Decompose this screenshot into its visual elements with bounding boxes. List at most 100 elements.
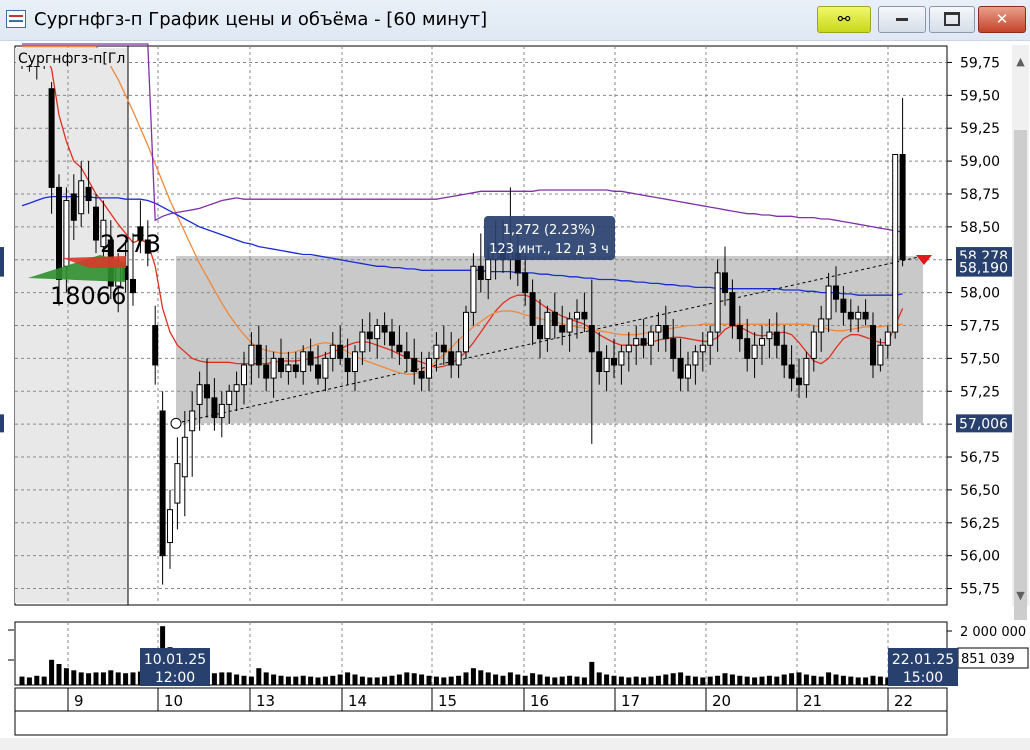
volume-bar xyxy=(655,675,661,685)
volume-bar xyxy=(855,677,861,685)
volume-bar xyxy=(219,672,225,685)
candle-body xyxy=(241,364,247,386)
volume-bar xyxy=(71,670,77,685)
volume-bar xyxy=(93,672,99,685)
volume-bar xyxy=(811,675,817,685)
candle-body xyxy=(307,351,314,366)
candle-body xyxy=(78,180,85,215)
scrollbar-thumb[interactable] xyxy=(1014,130,1027,620)
candle-body xyxy=(870,325,876,366)
candle-body xyxy=(796,377,802,386)
time-axis-day-label: 14 xyxy=(348,692,367,710)
volume-bar xyxy=(759,676,765,685)
candle-body xyxy=(603,357,610,373)
candle-body xyxy=(389,331,395,346)
candle-body xyxy=(396,344,403,353)
candle-body xyxy=(588,325,595,353)
time-axis-day-label: 13 xyxy=(256,692,275,710)
volume-bar xyxy=(123,673,129,685)
candle-body xyxy=(167,509,173,544)
volume-bar xyxy=(441,677,447,685)
volume-bar xyxy=(419,674,425,685)
volume-bar xyxy=(426,675,432,685)
candle-body xyxy=(847,311,854,320)
volume-bar xyxy=(41,676,47,685)
candle-body xyxy=(551,311,558,326)
candle-body xyxy=(714,272,721,333)
candle-body xyxy=(329,344,336,359)
candle-body xyxy=(574,311,580,320)
volume-bar xyxy=(278,675,284,685)
volume-bar xyxy=(604,674,610,685)
price-tick-label: 56,75 xyxy=(960,450,1000,466)
candle-body xyxy=(218,403,225,419)
volume-bar xyxy=(49,659,55,685)
volume-bar xyxy=(500,675,506,685)
price-volume-chart[interactable]: 59,7559,5059,2559,0058,7558,5058,2558,00… xyxy=(0,0,1030,750)
candle-body xyxy=(670,338,677,359)
candle-body xyxy=(196,384,203,405)
candle-body xyxy=(448,351,455,366)
volume-bar xyxy=(271,674,277,685)
candle-body xyxy=(766,331,773,340)
scroll-down-icon[interactable]: ▼ xyxy=(1012,589,1029,602)
candle-body xyxy=(892,154,899,333)
price-marker-label: 58,190 xyxy=(959,261,1008,277)
volume-bar xyxy=(507,672,513,685)
candle-body xyxy=(596,351,603,373)
overlay-value-b: 18066 xyxy=(50,282,126,310)
candle-body xyxy=(751,344,758,359)
candle-body xyxy=(810,331,817,359)
candle-body xyxy=(159,410,166,557)
volume-bar xyxy=(781,674,787,685)
volume-bar xyxy=(293,676,299,685)
candle-body xyxy=(366,331,373,340)
volume-bar xyxy=(611,675,617,685)
volume-bar xyxy=(737,675,743,685)
candle-body xyxy=(292,364,299,373)
volume-bar xyxy=(552,677,558,685)
volume-bar xyxy=(396,674,402,685)
candle-body xyxy=(255,344,262,366)
volume-bar xyxy=(863,677,869,685)
measure-tooltip-line1: 1,272 (2.23%) xyxy=(503,223,596,238)
volume-bar xyxy=(618,676,624,685)
candle-body xyxy=(692,351,699,366)
candle-body xyxy=(130,278,136,294)
candle-body xyxy=(685,364,691,379)
volume-bar xyxy=(86,673,92,685)
volume-bar xyxy=(63,668,69,685)
horizontal-scrollbar[interactable] xyxy=(0,738,1030,750)
volume-bar xyxy=(648,676,654,685)
volume-bar xyxy=(256,668,262,685)
volume-bar xyxy=(115,672,121,685)
time-cursor-right: 22.01.25 15:00 xyxy=(888,648,958,686)
candle-body xyxy=(640,338,647,346)
candle-body xyxy=(485,259,492,280)
volume-bar xyxy=(78,672,84,685)
candle-body xyxy=(204,384,210,399)
volume-bar xyxy=(26,677,32,685)
price-tick-label: 59,25 xyxy=(960,121,1000,137)
candle-body xyxy=(263,364,270,379)
candle-body xyxy=(699,344,706,353)
volume-bar xyxy=(744,676,750,685)
volume-bar xyxy=(700,677,706,685)
candle-body xyxy=(566,318,573,333)
volume-bar xyxy=(596,672,602,685)
volume-bar xyxy=(478,670,484,685)
time-axis-day-label: 10 xyxy=(164,692,183,710)
candle-body xyxy=(470,265,477,313)
volume-bar xyxy=(404,672,410,685)
price-marker-left-tab xyxy=(0,414,4,433)
volume-bar xyxy=(522,675,528,685)
candle-body xyxy=(352,351,358,373)
volume-bar xyxy=(359,676,365,685)
volume-bar xyxy=(877,676,883,685)
scroll-up-icon[interactable]: ▲ xyxy=(1012,55,1029,68)
vertical-scrollbar[interactable]: ▲ ▼ xyxy=(1012,45,1029,620)
volume-bar xyxy=(315,677,321,685)
price-tick-label: 55,75 xyxy=(960,582,1000,598)
candle-body xyxy=(337,344,344,359)
volume-bar xyxy=(692,676,698,685)
